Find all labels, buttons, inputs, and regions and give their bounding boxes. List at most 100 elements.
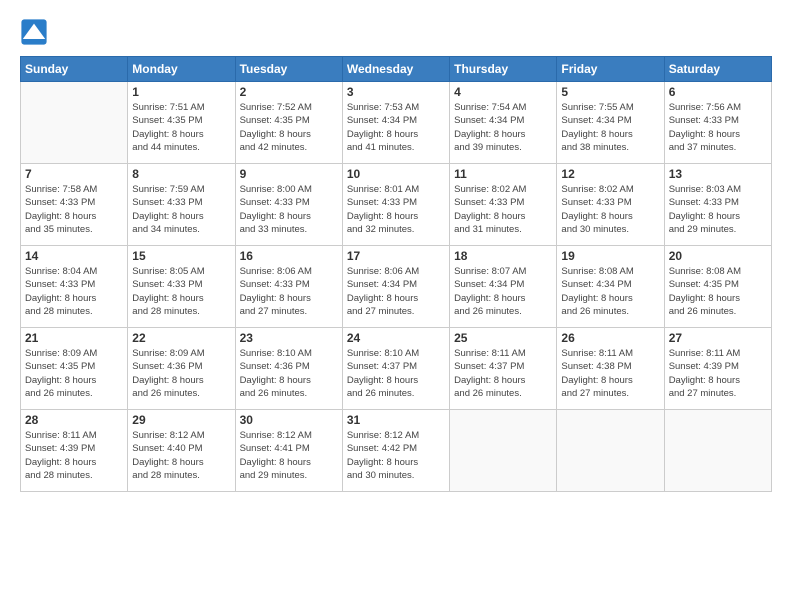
day-info: Sunrise: 8:05 AM Sunset: 4:33 PM Dayligh… xyxy=(132,265,230,318)
day-number: 16 xyxy=(240,249,338,263)
calendar-cell: 21 Sunrise: 8:09 AM Sunset: 4:35 PM Dayli… xyxy=(21,328,128,410)
col-header-monday: Monday xyxy=(128,57,235,82)
day-number: 3 xyxy=(347,85,445,99)
day-info: Sunrise: 7:53 AM Sunset: 4:34 PM Dayligh… xyxy=(347,101,445,154)
day-number: 12 xyxy=(561,167,659,181)
day-number: 28 xyxy=(25,413,123,427)
calendar-cell: 17 Sunrise: 8:06 AM Sunset: 4:34 PM Dayli… xyxy=(342,246,449,328)
day-info: Sunrise: 7:54 AM Sunset: 4:34 PM Dayligh… xyxy=(454,101,552,154)
day-number: 27 xyxy=(669,331,767,345)
day-info: Sunrise: 8:12 AM Sunset: 4:41 PM Dayligh… xyxy=(240,429,338,482)
calendar-week-3: 14 Sunrise: 8:04 AM Sunset: 4:33 PM Dayli… xyxy=(21,246,772,328)
day-info: Sunrise: 8:04 AM Sunset: 4:33 PM Dayligh… xyxy=(25,265,123,318)
calendar-cell xyxy=(664,410,771,492)
calendar-week-2: 7 Sunrise: 7:58 AM Sunset: 4:33 PM Daylig… xyxy=(21,164,772,246)
col-header-saturday: Saturday xyxy=(664,57,771,82)
day-info: Sunrise: 8:07 AM Sunset: 4:34 PM Dayligh… xyxy=(454,265,552,318)
calendar-header-row: SundayMondayTuesdayWednesdayThursdayFrid… xyxy=(21,57,772,82)
calendar-cell: 26 Sunrise: 8:11 AM Sunset: 4:38 PM Dayli… xyxy=(557,328,664,410)
day-number: 24 xyxy=(347,331,445,345)
calendar-cell: 28 Sunrise: 8:11 AM Sunset: 4:39 PM Dayli… xyxy=(21,410,128,492)
col-header-wednesday: Wednesday xyxy=(342,57,449,82)
day-info: Sunrise: 8:02 AM Sunset: 4:33 PM Dayligh… xyxy=(561,183,659,236)
calendar-cell: 4 Sunrise: 7:54 AM Sunset: 4:34 PM Daylig… xyxy=(450,82,557,164)
day-number: 15 xyxy=(132,249,230,263)
calendar-cell: 30 Sunrise: 8:12 AM Sunset: 4:41 PM Dayli… xyxy=(235,410,342,492)
day-info: Sunrise: 8:06 AM Sunset: 4:34 PM Dayligh… xyxy=(347,265,445,318)
day-info: Sunrise: 8:01 AM Sunset: 4:33 PM Dayligh… xyxy=(347,183,445,236)
day-number: 7 xyxy=(25,167,123,181)
day-info: Sunrise: 8:12 AM Sunset: 4:40 PM Dayligh… xyxy=(132,429,230,482)
day-info: Sunrise: 7:58 AM Sunset: 4:33 PM Dayligh… xyxy=(25,183,123,236)
calendar-cell: 22Sunrise: 8:09 AM Sunset: 4:36 PM Dayli… xyxy=(128,328,235,410)
calendar-table: SundayMondayTuesdayWednesdayThursdayFrid… xyxy=(20,56,772,492)
calendar-cell: 1 Sunrise: 7:51 AM Sunset: 4:35 PM Daylig… xyxy=(128,82,235,164)
day-number: 23 xyxy=(240,331,338,345)
logo-icon xyxy=(20,18,48,46)
day-number: 8 xyxy=(132,167,230,181)
day-info: Sunrise: 8:10 AM Sunset: 4:37 PM Dayligh… xyxy=(347,347,445,400)
day-number: 29 xyxy=(132,413,230,427)
calendar-cell: 24 Sunrise: 8:10 AM Sunset: 4:37 PM Dayli… xyxy=(342,328,449,410)
day-info: Sunrise: 8:11 AM Sunset: 4:39 PM Dayligh… xyxy=(25,429,123,482)
logo xyxy=(20,18,52,46)
calendar-cell: 11Sunrise: 8:02 AM Sunset: 4:33 PM Dayli… xyxy=(450,164,557,246)
calendar-cell: 6Sunrise: 7:56 AM Sunset: 4:33 PM Daylig… xyxy=(664,82,771,164)
calendar-cell xyxy=(450,410,557,492)
day-number: 4 xyxy=(454,85,552,99)
col-header-thursday: Thursday xyxy=(450,57,557,82)
day-info: Sunrise: 7:51 AM Sunset: 4:35 PM Dayligh… xyxy=(132,101,230,154)
day-number: 30 xyxy=(240,413,338,427)
day-number: 9 xyxy=(240,167,338,181)
day-number: 1 xyxy=(132,85,230,99)
calendar-cell: 25Sunrise: 8:11 AM Sunset: 4:37 PM Dayli… xyxy=(450,328,557,410)
calendar-week-1: 1 Sunrise: 7:51 AM Sunset: 4:35 PM Daylig… xyxy=(21,82,772,164)
calendar-cell: 15 Sunrise: 8:05 AM Sunset: 4:33 PM Dayli… xyxy=(128,246,235,328)
day-number: 13 xyxy=(669,167,767,181)
calendar-cell: 3 Sunrise: 7:53 AM Sunset: 4:34 PM Daylig… xyxy=(342,82,449,164)
calendar-cell: 10Sunrise: 8:01 AM Sunset: 4:33 PM Dayli… xyxy=(342,164,449,246)
day-info: Sunrise: 8:08 AM Sunset: 4:35 PM Dayligh… xyxy=(669,265,767,318)
day-number: 2 xyxy=(240,85,338,99)
day-number: 21 xyxy=(25,331,123,345)
day-info: Sunrise: 8:06 AM Sunset: 4:33 PM Dayligh… xyxy=(240,265,338,318)
day-number: 26 xyxy=(561,331,659,345)
calendar-cell: 29 Sunrise: 8:12 AM Sunset: 4:40 PM Dayli… xyxy=(128,410,235,492)
day-info: Sunrise: 7:59 AM Sunset: 4:33 PM Dayligh… xyxy=(132,183,230,236)
day-info: Sunrise: 8:12 AM Sunset: 4:42 PM Dayligh… xyxy=(347,429,445,482)
calendar-cell: 19Sunrise: 8:08 AM Sunset: 4:34 PM Dayli… xyxy=(557,246,664,328)
day-info: Sunrise: 7:55 AM Sunset: 4:34 PM Dayligh… xyxy=(561,101,659,154)
day-info: Sunrise: 8:08 AM Sunset: 4:34 PM Dayligh… xyxy=(561,265,659,318)
day-number: 25 xyxy=(454,331,552,345)
calendar-cell: 8 Sunrise: 7:59 AM Sunset: 4:33 PM Daylig… xyxy=(128,164,235,246)
day-info: Sunrise: 8:03 AM Sunset: 4:33 PM Dayligh… xyxy=(669,183,767,236)
day-number: 17 xyxy=(347,249,445,263)
day-number: 18 xyxy=(454,249,552,263)
calendar-cell: 14 Sunrise: 8:04 AM Sunset: 4:33 PM Dayli… xyxy=(21,246,128,328)
calendar-cell: 5 Sunrise: 7:55 AM Sunset: 4:34 PM Daylig… xyxy=(557,82,664,164)
calendar-week-5: 28 Sunrise: 8:11 AM Sunset: 4:39 PM Dayli… xyxy=(21,410,772,492)
day-info: Sunrise: 8:11 AM Sunset: 4:38 PM Dayligh… xyxy=(561,347,659,400)
day-number: 14 xyxy=(25,249,123,263)
day-number: 22 xyxy=(132,331,230,345)
calendar-cell xyxy=(21,82,128,164)
header xyxy=(20,18,772,46)
day-number: 20 xyxy=(669,249,767,263)
day-number: 5 xyxy=(561,85,659,99)
col-header-sunday: Sunday xyxy=(21,57,128,82)
calendar-week-4: 21 Sunrise: 8:09 AM Sunset: 4:35 PM Dayli… xyxy=(21,328,772,410)
calendar-cell: 18 Sunrise: 8:07 AM Sunset: 4:34 PM Dayli… xyxy=(450,246,557,328)
calendar-cell: 23 Sunrise: 8:10 AM Sunset: 4:36 PM Dayli… xyxy=(235,328,342,410)
col-header-tuesday: Tuesday xyxy=(235,57,342,82)
calendar-cell: 9 Sunrise: 8:00 AM Sunset: 4:33 PM Daylig… xyxy=(235,164,342,246)
calendar-cell: 7 Sunrise: 7:58 AM Sunset: 4:33 PM Daylig… xyxy=(21,164,128,246)
calendar-cell: 12 Sunrise: 8:02 AM Sunset: 4:33 PM Dayli… xyxy=(557,164,664,246)
calendar-cell: 2Sunrise: 7:52 AM Sunset: 4:35 PM Daylig… xyxy=(235,82,342,164)
day-info: Sunrise: 8:09 AM Sunset: 4:35 PM Dayligh… xyxy=(25,347,123,400)
day-info: Sunrise: 8:10 AM Sunset: 4:36 PM Dayligh… xyxy=(240,347,338,400)
day-number: 31 xyxy=(347,413,445,427)
calendar-cell: 16 Sunrise: 8:06 AM Sunset: 4:33 PM Dayli… xyxy=(235,246,342,328)
calendar-cell: 13 Sunrise: 8:03 AM Sunset: 4:33 PM Dayli… xyxy=(664,164,771,246)
day-info: Sunrise: 8:02 AM Sunset: 4:33 PM Dayligh… xyxy=(454,183,552,236)
day-info: Sunrise: 8:00 AM Sunset: 4:33 PM Dayligh… xyxy=(240,183,338,236)
